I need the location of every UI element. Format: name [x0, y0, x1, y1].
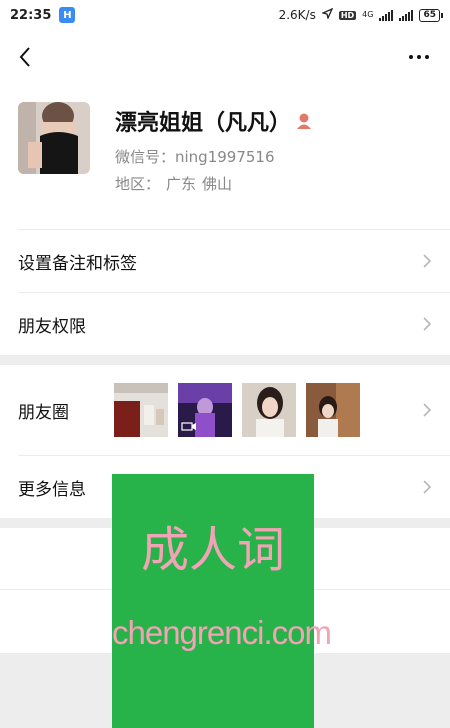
nav-bar: [0, 36, 450, 80]
signal-icon-2: [399, 9, 414, 21]
location-icon: [320, 7, 334, 22]
moments-video-thumbnail: [178, 383, 232, 437]
friend-permissions-label: 朋友权限: [18, 316, 86, 337]
net-speed: 2.6K/s: [278, 8, 316, 22]
more-info-label: 更多信息: [18, 479, 86, 500]
signal-icon: [379, 9, 394, 21]
chevron-left-icon: [19, 47, 30, 67]
female-icon: [297, 113, 312, 129]
watermark-title: 成人词: [140, 522, 285, 578]
back-button[interactable]: [10, 42, 40, 72]
friend-permissions-row[interactable]: 朋友权限: [0, 293, 450, 355]
network-type: 4G: [362, 10, 374, 19]
battery-icon: 65: [419, 8, 443, 22]
chevron-right-icon: [423, 403, 432, 417]
moments-thumbnails[interactable]: [114, 383, 360, 437]
wechat-id: 微信号：ning1997516: [115, 148, 275, 166]
moments-thumbnail: [242, 383, 296, 437]
chevron-right-icon: [423, 254, 432, 268]
nickname-row: 漂亮姐姐（凡凡）: [115, 105, 313, 137]
watermark-overlay: 成人词 chengrenci.com: [112, 474, 332, 728]
remark-tags-label: 设置备注和标签: [18, 253, 137, 274]
app-notification-icon: H: [59, 7, 76, 23]
section-gap: [0, 355, 450, 365]
hd-badge: HD: [338, 10, 357, 20]
nickname: 漂亮姐姐（凡凡）: [115, 111, 292, 136]
status-bar: 22:35 H 2.6K/s HD 4G 65: [0, 0, 450, 30]
moments-thumbnail: [114, 383, 168, 437]
chevron-right-icon: [423, 317, 432, 331]
chevron-right-icon: [423, 480, 432, 494]
status-indicators: 2.6K/s HD 4G 65: [278, 7, 443, 22]
profile-header: 漂亮姐姐（凡凡） 微信号：ning1997516 地区： 广东 佛山: [0, 100, 450, 230]
status-time: 22:35: [10, 7, 52, 23]
region-province: 广东: [166, 175, 197, 193]
more-options-button[interactable]: [404, 42, 434, 72]
watermark-subtitle: chengrenci.com: [112, 614, 332, 651]
region: 地区： 广东 佛山: [115, 173, 238, 194]
region-label: 地区：: [115, 175, 161, 193]
moments-label: 朋友圈: [18, 402, 69, 423]
moments-thumbnail: [306, 383, 360, 437]
region-city: 佛山: [202, 175, 233, 193]
remark-tags-row[interactable]: 设置备注和标签: [0, 230, 450, 292]
avatar[interactable]: [18, 102, 90, 174]
more-dots-icon: [409, 55, 413, 59]
